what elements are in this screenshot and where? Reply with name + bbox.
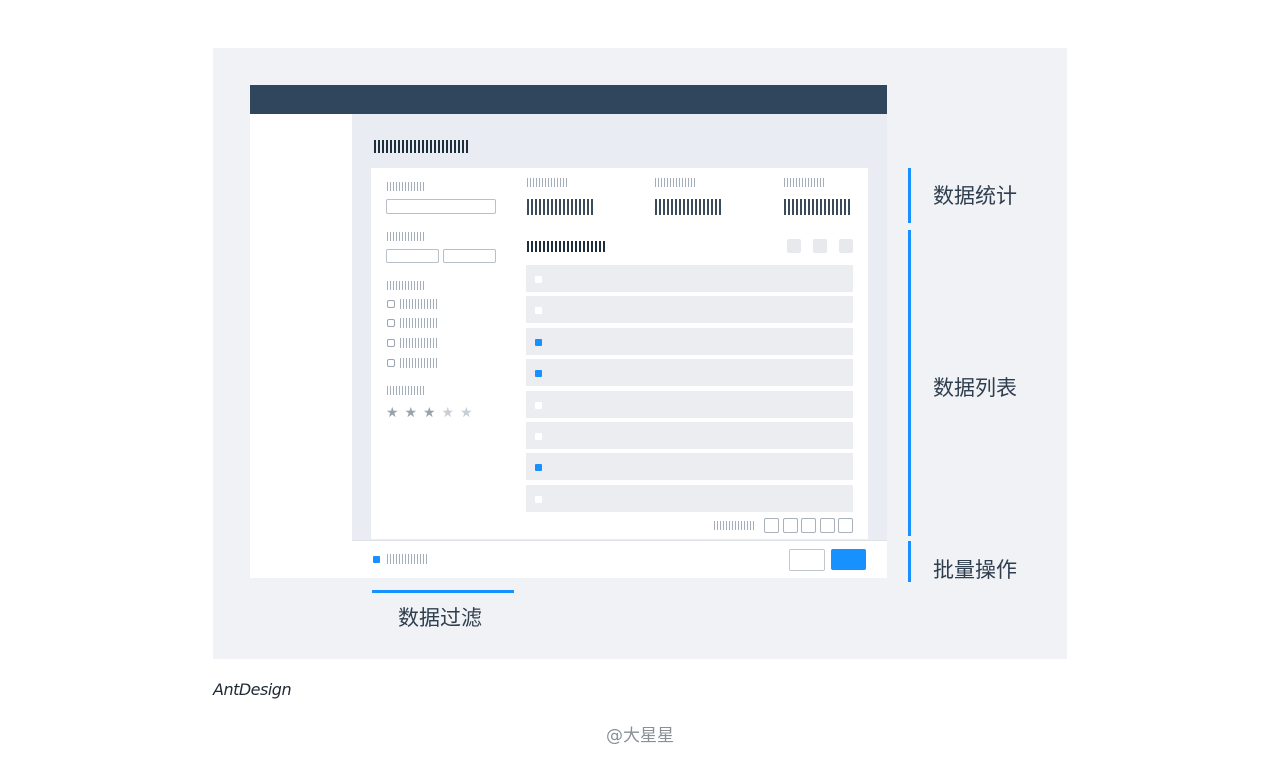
list-annotation-line [908,230,911,536]
pagination-item[interactable] [838,518,853,533]
pagination-item[interactable] [819,518,835,533]
list-item[interactable] [526,328,853,355]
mockup-header-bar [250,85,887,114]
filter-range-start-input[interactable] [386,249,439,263]
filter-annotation-line [372,590,514,593]
checkbox-label [400,299,438,309]
list-item[interactable] [526,296,853,323]
checkbox-label [400,358,438,368]
pagination-item[interactable] [782,518,798,533]
batch-primary-button[interactable] [831,549,866,570]
star-icon[interactable]: ★ [386,406,399,420]
brand-label: AntDesign [213,680,292,699]
list-toolbar-icon[interactable] [813,239,827,253]
filter-label [387,182,425,191]
checkbox-label [400,318,438,328]
list-item[interactable] [526,485,853,512]
filter-range-end-input[interactable] [443,249,496,263]
selected-count-text [387,554,429,564]
stat-label [655,178,696,187]
list-item[interactable] [526,453,853,480]
row-checkbox[interactable] [535,496,542,503]
filter-label [387,386,425,395]
pagination-total [714,521,756,530]
pagination-item[interactable] [764,518,779,533]
selected-indicator [373,556,380,563]
star-icon[interactable]: ★ [460,406,473,420]
row-checkbox[interactable] [535,433,542,440]
star-icon[interactable]: ★ [442,406,455,420]
list-item[interactable] [526,265,853,292]
batch-secondary-button[interactable] [789,549,825,571]
list-annotation-label: 数据列表 [933,376,1017,400]
stat-value [655,199,722,215]
pagination-item[interactable] [801,518,816,533]
row-checkbox[interactable] [535,370,542,377]
mockup-page-title [374,140,470,153]
mockup-sidebar [250,114,352,578]
filter-annotation-label: 数据过滤 [398,606,482,630]
batch-annotation-label: 批量操作 [933,558,1017,582]
stat-label [784,178,825,187]
filter-input[interactable] [386,199,496,214]
row-checkbox[interactable] [535,339,542,346]
checkbox-label [400,338,438,348]
filter-checkbox[interactable] [387,339,395,347]
list-toolbar-icon[interactable] [839,239,853,253]
list-item[interactable] [526,359,853,386]
star-icon[interactable]: ★ [405,406,418,420]
filter-checkbox[interactable] [387,359,395,367]
stats-annotation-label: 数据统计 [933,184,1017,208]
list-item[interactable] [526,422,853,449]
stat-value [784,199,851,215]
stats-annotation-line [908,168,911,223]
filter-label [387,281,425,290]
star-icon[interactable]: ★ [423,406,436,420]
row-checkbox[interactable] [535,402,542,409]
row-checkbox[interactable] [535,276,542,283]
row-checkbox[interactable] [535,307,542,314]
author-credit: @大星星 [606,726,674,746]
list-item[interactable] [526,391,853,418]
filter-label [387,232,425,241]
stat-value [527,199,594,215]
row-checkbox[interactable] [535,464,542,471]
batch-annotation-line [908,541,911,582]
filter-checkbox[interactable] [387,319,395,327]
filter-checkbox[interactable] [387,300,395,308]
stat-label [527,178,568,187]
list-toolbar-icon[interactable] [787,239,801,253]
list-title [527,241,605,252]
